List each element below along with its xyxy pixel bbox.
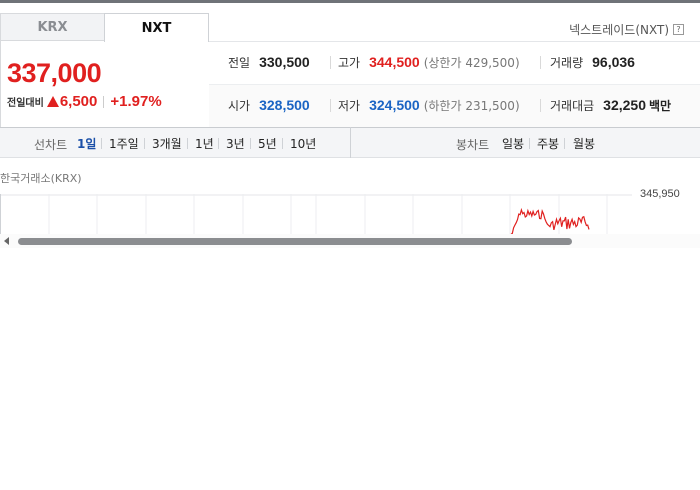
period-1y[interactable]: 1년 (195, 135, 214, 152)
help-icon[interactable]: ? (673, 24, 684, 35)
candle-chart-label: 봉차트 (456, 138, 490, 152)
stat-label: 거래대금 (550, 99, 595, 113)
candle-daily[interactable]: 일봉 (502, 135, 524, 152)
period-10y[interactable]: 10년 (290, 135, 316, 152)
stats-divider (209, 84, 700, 85)
period-separator (250, 138, 251, 149)
period-1d[interactable]: 1일 (77, 135, 96, 152)
stat-amount: 거래대금 32,250 백만 (550, 97, 671, 114)
period-separator (564, 138, 565, 149)
stat-label: 저가 (338, 99, 361, 113)
change-label: 전일대비 (7, 98, 44, 109)
change-percent: +1.97% (110, 93, 162, 110)
price-change: 전일대비 6,500 +1.97% (7, 93, 162, 110)
toolbar-divider (350, 127, 351, 158)
current-price: 337,000 (7, 58, 102, 88)
price-line (510, 207, 590, 235)
stat-value: 328,500 (259, 97, 310, 113)
scroll-thumb[interactable] (18, 238, 572, 245)
chart-vertical-gridlines (48, 194, 608, 234)
stat-volume: 거래량 96,036 (550, 54, 635, 71)
line-chart-label: 선차트 (34, 138, 68, 152)
tab-underline (209, 41, 700, 42)
chart-source: 한국거래소(KRX) (0, 172, 82, 185)
period-3y[interactable]: 3년 (226, 135, 245, 152)
stat-value: 344,500 (369, 54, 420, 70)
stat-separator (540, 99, 541, 112)
stat-high: 고가 344,500 (상한가 429,500) (338, 54, 520, 71)
candle-monthly[interactable]: 월봉 (573, 135, 595, 152)
stat-value: 32,250 (603, 97, 646, 113)
change-amount: 6,500 (59, 93, 98, 110)
period-separator (529, 138, 530, 149)
stat-value: 324,500 (369, 97, 420, 113)
up-triangle-icon (46, 96, 59, 107)
tab-krx[interactable]: KRX (0, 13, 105, 41)
left-border (0, 41, 1, 127)
stat-label: 시가 (228, 99, 251, 113)
candle-weekly[interactable]: 주봉 (537, 135, 559, 152)
stat-open: 시가 328,500 (228, 97, 310, 114)
stat-separator (540, 56, 541, 69)
change-separator (103, 95, 105, 108)
exchange-name: 넥스트레이드(NXT) (569, 23, 669, 37)
period-separator (218, 138, 219, 149)
price-chart (0, 194, 700, 235)
stat-value: 96,036 (592, 54, 635, 70)
stat-separator (330, 56, 331, 69)
period-separator (101, 138, 102, 149)
top-border (0, 0, 700, 3)
exchange-label: 넥스트레이드(NXT) ? (569, 21, 684, 38)
stat-label: 고가 (338, 56, 361, 70)
period-separator (282, 138, 283, 149)
price-chart-svg (0, 194, 632, 235)
period-3m[interactable]: 3개월 (152, 135, 182, 152)
period-5y[interactable]: 5년 (258, 135, 277, 152)
scroll-left-arrow-icon[interactable] (4, 237, 9, 245)
stat-label: 전일 (228, 56, 251, 70)
stat-label: 거래량 (550, 56, 584, 70)
tab-nxt[interactable]: NXT (104, 13, 209, 42)
period-separator (144, 138, 145, 149)
upper-limit: (상한가 429,500) (423, 56, 520, 70)
stat-separator (330, 99, 331, 112)
lower-limit: (하한가 231,500) (423, 99, 520, 113)
stat-value: 330,500 (259, 54, 310, 70)
stat-low: 저가 324,500 (하한가 231,500) (338, 97, 520, 114)
stat-unit: 백만 (649, 99, 672, 113)
period-1w[interactable]: 1주일 (109, 135, 139, 152)
period-separator (187, 138, 188, 149)
stat-prev-close: 전일 330,500 (228, 54, 310, 71)
